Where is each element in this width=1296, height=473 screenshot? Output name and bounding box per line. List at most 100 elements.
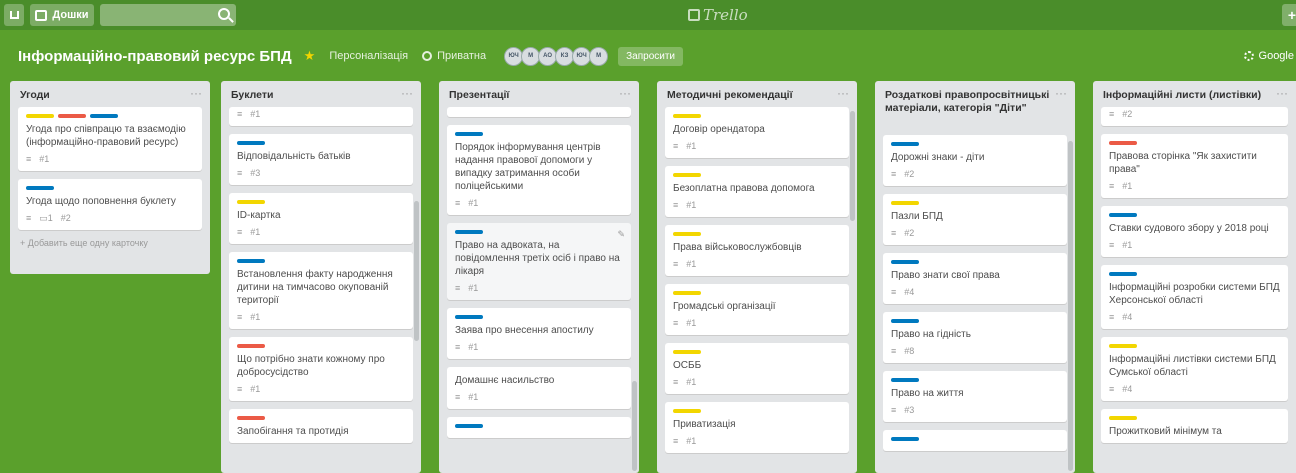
menu-label: Google [1258, 50, 1294, 62]
show-menu-button[interactable]: Google [1243, 50, 1294, 62]
list-title[interactable]: Угоди [20, 89, 50, 102]
list-menu-icon[interactable]: ··· [619, 86, 631, 100]
privacy-button[interactable]: Приватна [422, 50, 486, 62]
card[interactable]: Запобігання та протидія [229, 409, 413, 443]
card[interactable]: Правова сторінка "Як захистити права" ≡ … [1101, 134, 1288, 198]
list-menu-icon[interactable]: ··· [190, 86, 202, 100]
list-menu-icon[interactable]: ··· [1055, 86, 1067, 100]
card-title: Безоплатна правова допомога [673, 183, 815, 194]
card[interactable]: ID-картка ≡ #1 [229, 193, 413, 244]
personalize-button[interactable]: Персоналізація [329, 50, 408, 62]
card[interactable]: Договір орендатора ≡ #1 [665, 107, 849, 158]
gear-icon [1243, 51, 1254, 61]
search-icon[interactable] [218, 8, 230, 20]
card[interactable]: Інформаційні розробки системи БПД Херсон… [1101, 265, 1288, 329]
card[interactable]: Домашнє насильство ≡ #1 [447, 367, 631, 409]
label-yellow [673, 291, 701, 295]
create-button[interactable]: + [1282, 4, 1296, 26]
list-menu-icon[interactable]: ··· [1276, 86, 1288, 100]
card-labels [455, 230, 623, 234]
card[interactable] [447, 417, 631, 438]
card[interactable]: Відповідальність батьків ≡ #3 [229, 134, 413, 185]
edit-icon[interactable]: ✎ [617, 229, 625, 240]
card[interactable]: Право на гідність ≡ #8 [883, 312, 1067, 363]
attachment-badge: #4 [1122, 312, 1133, 322]
card[interactable]: Встановлення факту народження дитини на … [229, 252, 413, 329]
card[interactable]: Дорожні знаки - діти ≡ #2 [883, 135, 1067, 186]
card[interactable] [447, 107, 631, 117]
label-red [1109, 141, 1137, 145]
label-blue [891, 260, 919, 264]
label-yellow [891, 201, 919, 205]
card[interactable]: Приватизація ≡ #1 [665, 402, 849, 453]
board-header: Інформаційно-правовий ресурс БПД ★ Персо… [0, 36, 1296, 76]
invite-button[interactable]: Запросити [618, 46, 684, 66]
card[interactable]: Що потрібно знати кожному про добросусід… [229, 337, 413, 401]
top-bar: Дошки Trello + [0, 0, 1296, 30]
card-title: Встановлення факту народження дитини на … [237, 269, 393, 306]
description-icon: ≡ [1109, 181, 1115, 191]
description-icon: ≡ [237, 109, 243, 119]
card[interactable]: Угода щодо поповнення буклету ≡ ▭1 #2 [18, 179, 202, 230]
card-labels [1109, 344, 1280, 348]
list-header[interactable]: Роздаткові правопросвітницькі матеріали,… [875, 81, 1075, 135]
card[interactable]: Порядок інформування центрів надання пра… [447, 125, 631, 215]
list-title[interactable]: Буклети [231, 89, 273, 102]
card-labels [891, 260, 1059, 264]
list-title[interactable]: Презентації [449, 89, 509, 102]
card[interactable]: Права військовослужбовців ≡ #1 [665, 225, 849, 276]
trello-logo[interactable]: Trello [688, 6, 748, 24]
attachment-badge: #2 [60, 213, 71, 223]
card-labels [237, 141, 405, 145]
card[interactable]: Безоплатна правова допомога ≡ #1 [665, 166, 849, 217]
boards-button[interactable]: Дошки [30, 4, 94, 26]
label-red [58, 114, 86, 118]
description-icon: ≡ [673, 318, 679, 328]
attachment-badge: #1 [468, 198, 479, 208]
card[interactable] [883, 430, 1067, 451]
add-card-button[interactable]: + Добавить еще одну карточку [20, 238, 200, 248]
attachment-badge: #1 [1122, 240, 1133, 250]
card[interactable]: Заява про внесення апостилу ≡ #1 [447, 308, 631, 359]
list-menu-icon[interactable]: ··· [401, 86, 413, 100]
avatar[interactable]: М [589, 46, 609, 66]
card[interactable]: ОСББ ≡ #1 [665, 343, 849, 394]
search-input[interactable] [100, 4, 236, 26]
card-labels [673, 350, 841, 354]
board-title[interactable]: Інформаційно-правовий ресурс БПД [18, 48, 292, 65]
card[interactable]: Пазли БПД ≡ #2 [883, 194, 1067, 245]
list-scrollbar[interactable] [414, 201, 419, 341]
home-button[interactable] [4, 4, 24, 26]
card[interactable]: ✎ Право на адвоката, на повідомлення тре… [447, 223, 631, 300]
card[interactable]: Прожитковий мінімум та [1101, 409, 1288, 443]
card[interactable]: Громадські організації ≡ #1 [665, 284, 849, 335]
label-yellow [26, 114, 54, 118]
list-header[interactable]: Інформаційні листи (листівки) ··· [1093, 81, 1296, 107]
card[interactable]: ≡ #2 [1101, 107, 1288, 126]
list-title[interactable]: Роздаткові правопросвітницькі матеріали,… [885, 89, 1055, 115]
list-header[interactable]: Методичні рекомендації ··· [657, 81, 857, 107]
list-header[interactable]: Презентації ··· [439, 81, 639, 107]
list-scrollbar[interactable] [632, 381, 637, 471]
card-labels [26, 114, 194, 118]
card-labels [891, 142, 1059, 146]
description-icon: ≡ [455, 342, 461, 352]
list-header[interactable]: Буклети ··· [221, 81, 421, 107]
description-icon: ≡ [1109, 312, 1115, 322]
attachment-badge: #1 [686, 318, 697, 328]
card[interactable]: Право на життя ≡ #3 [883, 371, 1067, 422]
list-title[interactable]: Інформаційні листи (листівки) [1103, 89, 1261, 102]
list-menu-icon[interactable]: ··· [837, 86, 849, 100]
card[interactable]: Ставки судового збору у 2018 році ≡ #1 [1101, 206, 1288, 257]
list-header[interactable]: Угоди ··· [10, 81, 210, 107]
list-title[interactable]: Методичні рекомендації [667, 89, 793, 102]
star-icon[interactable]: ★ [304, 48, 316, 64]
list-scrollbar[interactable] [850, 111, 855, 221]
card[interactable]: Угода про співпрацю та взаємодію (інформ… [18, 107, 202, 171]
card[interactable]: Інформаційні листівки системи БПД Сумськ… [1101, 337, 1288, 401]
card-badges: ≡ #1 [673, 436, 841, 448]
card[interactable]: ≡ #1 [229, 107, 413, 126]
card[interactable]: Право знати свої права ≡ #4 [883, 253, 1067, 304]
card-badges: ≡ #2 [891, 169, 1059, 181]
list-scrollbar[interactable] [1068, 141, 1073, 471]
